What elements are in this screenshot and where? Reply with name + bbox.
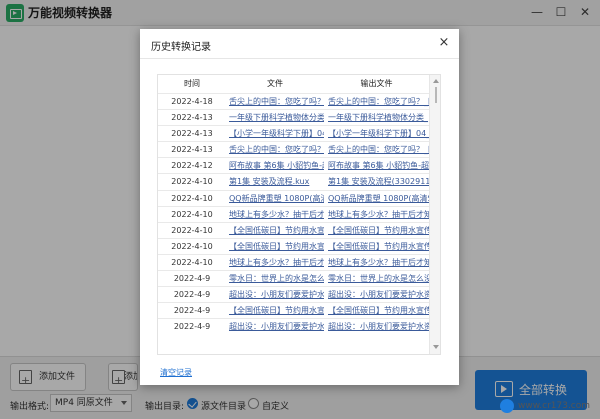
row-time: 2022-4-9 [173,290,211,300]
row-time: 2022-4-9 [173,322,211,332]
table-row: 2022-4-9 零水日：世界上的水是怎么没... 零水日：世界上的水是怎么没... [158,270,429,286]
dialog-close-button[interactable]: × [437,36,451,50]
row-output-link[interactable]: 地球上有多少水？抽干后才知... [328,255,429,270]
history-table: 时间 文件 输出文件 2022-4-18 舌尖上的中国：您吃了吗？_... 舌尖上的… [157,74,441,355]
table-row: 2022-4-10 QQ新品牌重塑 1080P(高清S... QQ新品牌重塑 108… [158,189,429,206]
scroll-up-icon[interactable] [433,79,439,83]
row-output-link[interactable]: 【全国低碳日】节约用水宣传... [328,239,429,254]
row-time: 2022-4-12 [171,161,213,171]
table-header: 时间 文件 输出文件 [158,75,429,92]
row-output-link[interactable]: 舌尖上的中国：您吃了吗？_四 [328,94,429,109]
row-output-link[interactable]: 超出没：小朋友们要爱护水资... [328,319,429,334]
row-file-link[interactable]: 一年级下册科学植物体分类_... [229,110,324,125]
row-file-link[interactable]: 地球上有多少水？抽干后才知... [229,255,324,270]
row-output-link[interactable]: 超出没：小朋友们要爱护水资... [328,287,429,302]
row-output-link[interactable]: 第1集 安装及流程(3302911)... [328,174,429,189]
column-header-file: 文件 [267,79,283,88]
history-dialog: 历史转换记录 × 时间 文件 输出文件 2022-4-18 舌尖上的中国：您吃了吗… [140,29,459,385]
row-file-link[interactable]: 舌尖上的中国：您吃了吗？_... [229,142,324,157]
row-file-link[interactable]: 阿布故事 第6集 小貂钓鱼-超... [229,158,324,173]
row-time: 2022-4-13 [171,145,213,155]
dialog-divider [140,58,459,59]
row-output-link[interactable]: 【全国低碳日】节约用水宣传... [328,223,429,238]
row-file-link[interactable]: 地球上有多少水？抽干后才知... [229,207,324,222]
watermark: www.cr173.com [500,399,596,417]
row-time: 2022-4-10 [171,193,213,203]
table-row: 2022-4-9 超出没：小朋友们要爱护水资... 超出没：小朋友们要爱护水资... [158,286,429,302]
row-output-link[interactable]: 地球上有多少水？抽干后才知... [328,207,429,222]
row-time: 2022-4-18 [171,97,213,106]
row-file-link[interactable]: 第1集 安装及流程.kux [229,174,324,189]
table-row: 2022-4-13 舌尖上的中国：您吃了吗？_... 舌尖上的中国：您吃了吗？_四 [158,141,429,157]
row-time: 2022-4-10 [171,209,213,219]
row-time: 2022-4-13 [171,129,213,139]
row-file-link[interactable]: QQ新品牌重塑 1080P(高清S... [229,191,324,206]
clear-history-link[interactable]: 清空记录 [160,367,192,378]
row-file-link[interactable]: 【全国低碳日】节约用水宣传... [229,239,324,254]
table-row: 2022-4-13 【小学一年级科学下册】04_... 【小学一年级科学下册】04_… [158,125,429,141]
watermark-logo-icon [500,399,514,413]
row-file-link[interactable]: 超出没：小朋友们要爱护水资... [229,319,324,334]
row-time: 2022-4-10 [171,257,213,267]
table-row: 2022-4-10 【全国低碳日】节约用水宣传... 【全国低碳日】节约用水宣传..… [158,237,429,254]
row-file-link[interactable]: 超出没：小朋友们要爱护水资... [229,287,324,302]
row-output-link[interactable]: 一年级下册科学植物体分类_ [328,110,429,125]
row-time: 2022-4-9 [173,306,211,316]
watermark-text: www.cr173.com [518,401,591,411]
dialog-title: 历史转换记录 [151,42,211,53]
table-row: 2022-4-10 第1集 安装及流程.kux 第1集 安装及流程(3302911)… [158,173,429,189]
row-time: 2022-4-10 [171,177,213,187]
table-row: 2022-4-10 【全国低碳日】节约用水宣传... 【全国低碳日】节约用水宣传..… [158,221,429,238]
table-row: 2022-4-18 舌尖上的中国：您吃了吗？_... 舌尖上的中国：您吃了吗？_四 [158,93,429,109]
row-time: 2022-4-10 [171,225,213,235]
table-row: 2022-4-9 【全国低碳日】节约用水宣传... 【全国低碳日】节约用水宣传... [158,302,429,318]
table-row: 2022-4-13 一年级下册科学植物体分类_... 一年级下册科学植物体分类_ [158,109,429,125]
table-scrollbar[interactable] [429,75,440,354]
table-row: 2022-4-10 地球上有多少水？抽干后才知... 地球上有多少水？抽干后才知..… [158,205,429,222]
row-file-link[interactable]: 【小学一年级科学下册】04_... [229,126,324,141]
row-time: 2022-4-10 [171,241,213,251]
row-file-link[interactable]: 舌尖上的中国：您吃了吗？_... [229,94,324,109]
row-output-link[interactable]: QQ新品牌重塑 1080P(高清S... [328,191,429,206]
table-row: 2022-4-12 阿布故事 第6集 小貂钓鱼-超... 阿布故事 第6集 小貂钓鱼… [158,157,429,173]
column-header-output: 输出文件 [360,79,393,88]
column-header-time: 时间 [184,79,200,88]
row-time: 2022-4-13 [171,113,213,123]
row-output-link[interactable]: 零水日：世界上的水是怎么没... [328,271,429,286]
row-output-link[interactable]: 【小学一年级科学下册】04_( [328,126,429,141]
row-file-link[interactable]: 【全国低碳日】节约用水宣传... [229,223,324,238]
scroll-thumb[interactable] [435,87,437,103]
row-output-link[interactable]: 【全国低碳日】节约用水宣传... [328,303,429,318]
scroll-down-icon[interactable] [433,345,439,349]
table-row: 2022-4-9 超出没：小朋友们要爱护水资... 超出没：小朋友们要爱护水资... [158,318,429,334]
row-output-link[interactable]: 舌尖上的中国：您吃了吗？_四 [328,142,429,157]
row-file-link[interactable]: 【全国低碳日】节约用水宣传... [229,303,324,318]
row-output-link[interactable]: 阿布故事 第6集 小貂钓鱼-超... [328,158,429,173]
row-time: 2022-4-9 [173,274,211,284]
table-body: 2022-4-18舌尖上的中国：您吃了吗？_...舌尖上的中国：您吃了吗？_四2… [158,93,429,334]
table-row: 2022-4-10 地球上有多少水？抽干后才知... 地球上有多少水？抽干后才知..… [158,253,429,270]
row-file-link[interactable]: 零水日：世界上的水是怎么没... [229,271,324,286]
